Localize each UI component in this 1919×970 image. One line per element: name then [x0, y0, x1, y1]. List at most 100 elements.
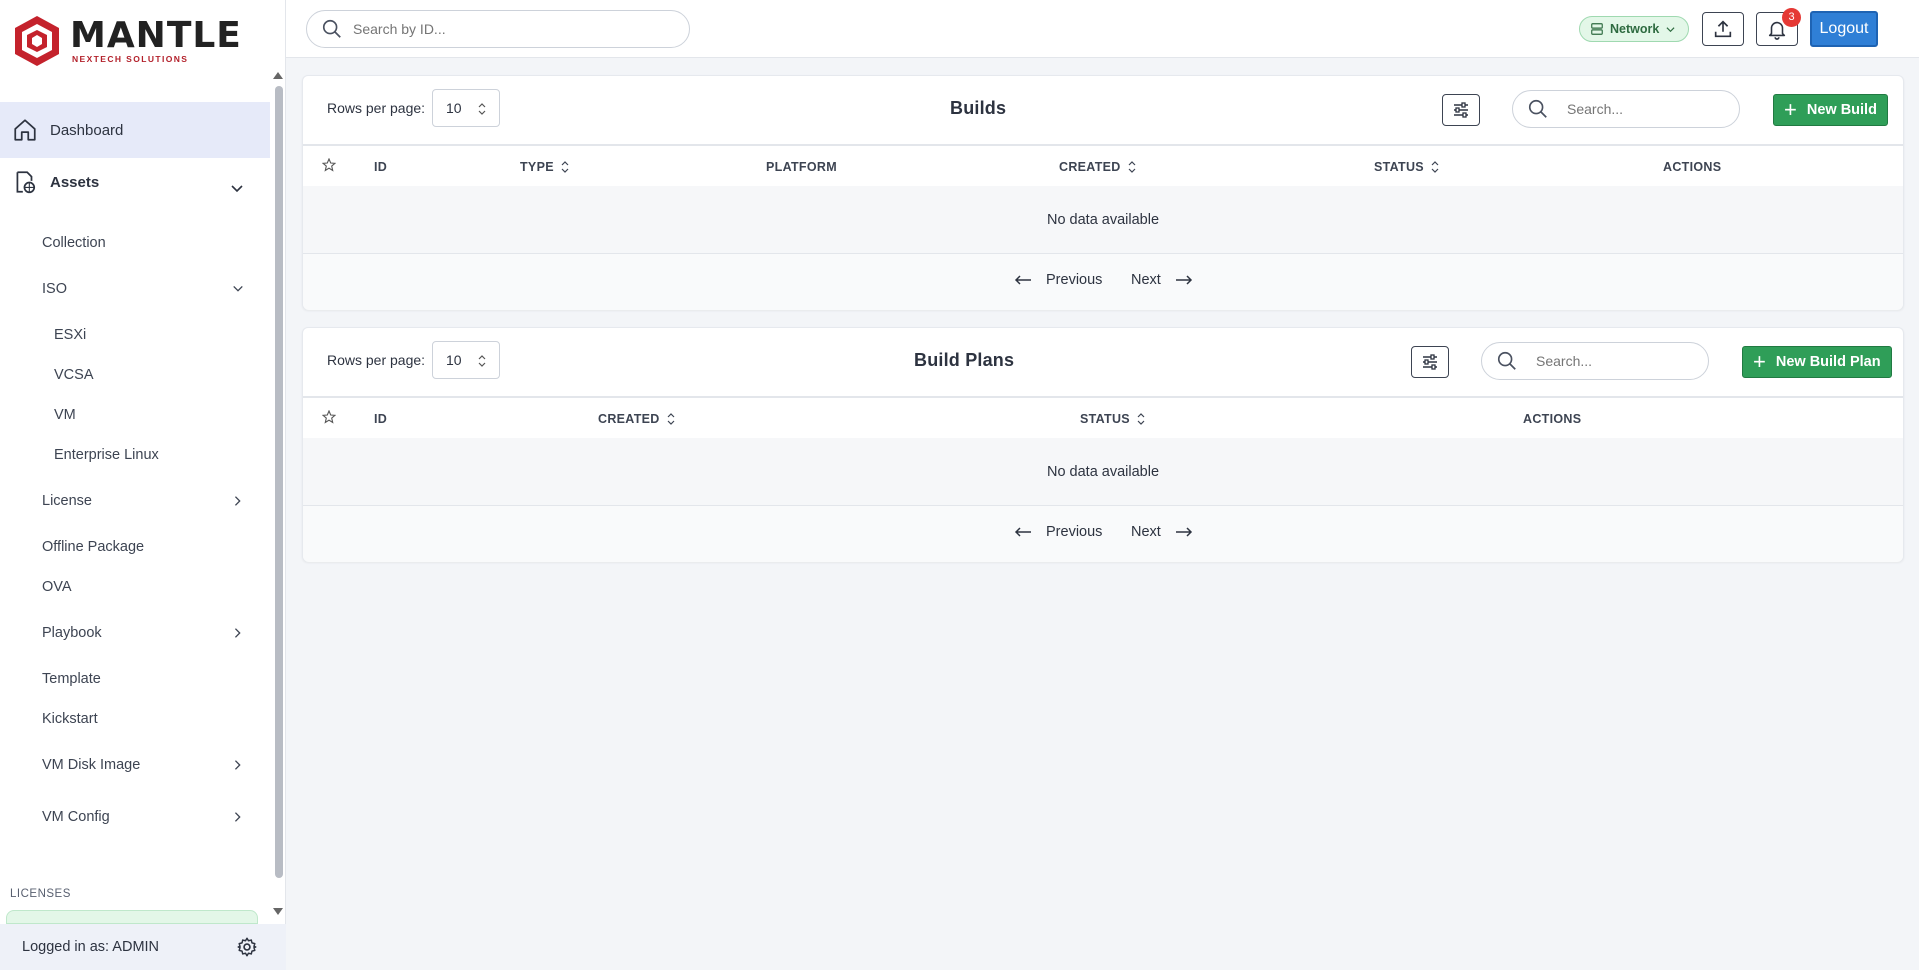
scroll-down-arrow-icon[interactable]: [273, 908, 283, 915]
chevron-right-icon[interactable]: [232, 759, 244, 771]
previous-page-button[interactable]: Previous: [1014, 524, 1102, 540]
build-plans-pagination: Previous Next: [303, 506, 1903, 562]
chevron-right-icon[interactable]: [232, 811, 244, 823]
plus-icon: +: [1753, 349, 1766, 374]
column-created[interactable]: CREATED: [1059, 160, 1136, 174]
sidebar: MANTLE NEXTECH SOLUTIONS Dashboard Asset…: [0, 0, 286, 970]
sidebar-item-vm[interactable]: VM: [54, 407, 76, 423]
sort-icon: [1128, 161, 1136, 173]
arrow-left-icon: [1014, 275, 1031, 285]
sliders-icon: [1454, 102, 1468, 118]
column-id[interactable]: ID: [374, 160, 387, 174]
chevron-right-icon[interactable]: [232, 495, 244, 507]
logout-button[interactable]: Logout: [1810, 11, 1878, 47]
builds-title: Builds: [950, 98, 1007, 118]
plus-icon: +: [1784, 97, 1797, 122]
column-actions: ACTIONS: [1663, 160, 1722, 174]
builds-search[interactable]: [1512, 90, 1740, 128]
sidebar-item-offline-package[interactable]: Offline Package: [42, 539, 144, 555]
sidebar-item-license[interactable]: License: [42, 493, 92, 509]
next-page-button[interactable]: Next: [1131, 524, 1193, 540]
sidebar-item-vcsa[interactable]: VCSA: [54, 367, 94, 383]
logged-in-label: Logged in as: ADMIN: [22, 939, 160, 955]
upload-icon: [1714, 20, 1732, 38]
network-selector[interactable]: Network: [1579, 16, 1689, 42]
sidebar-item-kickstart[interactable]: Kickstart: [42, 711, 98, 727]
upload-button[interactable]: [1702, 12, 1744, 46]
new-build-button[interactable]: + New Build: [1773, 94, 1888, 126]
global-search[interactable]: [306, 10, 690, 48]
rows-per-page-select[interactable]: 10: [432, 341, 500, 379]
new-build-plan-label: New Build Plan: [1775, 354, 1881, 370]
column-created[interactable]: CREATED: [598, 412, 675, 426]
search-icon: [322, 19, 341, 38]
builds-search-input[interactable]: [1567, 101, 1717, 117]
sidebar-item-label: Dashboard: [50, 121, 124, 139]
builds-header: Rows per page: 10 Builds + New Build: [303, 76, 1903, 144]
search-input[interactable]: [353, 21, 673, 37]
column-status[interactable]: STATUS: [1374, 160, 1439, 174]
scrollbar-thumb[interactable]: [275, 86, 283, 878]
rows-per-page-value: 10: [446, 352, 462, 368]
build-plans-search-input[interactable]: [1536, 353, 1686, 369]
updown-chevron-icon: [478, 103, 486, 115]
builds-pagination: Previous Next: [303, 254, 1903, 310]
builds-empty-state: No data available: [303, 186, 1903, 254]
notification-count-badge: 3: [1782, 8, 1801, 27]
build-plans-title: Build Plans: [914, 350, 1015, 370]
sidebar-nav: Dashboard Assets Collection ISO ESXi VCS…: [0, 72, 272, 918]
new-build-label: New Build: [1806, 102, 1877, 118]
sidebar-item-iso[interactable]: ISO: [42, 281, 67, 297]
build-plans-empty-state: No data available: [303, 438, 1903, 506]
user-footer: Logged in as: ADMIN: [0, 924, 286, 970]
mantle-logo-icon: [15, 16, 59, 66]
builds-panel: Rows per page: 10 Builds + New Build ID …: [302, 75, 1904, 310]
sidebar-item-ova[interactable]: OVA: [42, 579, 72, 595]
sort-icon: [561, 161, 569, 173]
star-icon[interactable]: [322, 158, 336, 172]
build-plans-panel: Rows per page: 10 Build Plans + New Buil…: [302, 327, 1904, 562]
arrow-left-icon: [1014, 527, 1031, 537]
column-status[interactable]: STATUS: [1080, 412, 1145, 426]
scroll-up-arrow-icon[interactable]: [273, 72, 283, 79]
next-page-button[interactable]: Next: [1131, 272, 1193, 288]
build-plans-search[interactable]: [1481, 342, 1709, 380]
build-plans-header: Rows per page: 10 Build Plans + New Buil…: [303, 328, 1903, 396]
builds-filter-button[interactable]: [1442, 94, 1480, 126]
chevron-right-icon[interactable]: [232, 627, 244, 639]
sidebar-item-collection[interactable]: Collection: [42, 235, 106, 251]
column-platform[interactable]: PLATFORM: [766, 160, 837, 174]
column-type[interactable]: TYPE: [520, 160, 569, 174]
search-icon: [1497, 351, 1516, 370]
sidebar-item-template[interactable]: Template: [42, 671, 101, 687]
server-icon: [1591, 23, 1603, 35]
search-icon: [1528, 99, 1547, 118]
sidebar-item-vm-disk-image[interactable]: VM Disk Image: [42, 757, 140, 773]
chevron-down-icon[interactable]: [232, 283, 244, 295]
previous-page-button[interactable]: Previous: [1014, 272, 1102, 288]
sidebar-item-enterprise-linux[interactable]: Enterprise Linux: [54, 447, 159, 463]
chevron-down-icon: [1666, 26, 1675, 32]
license-pill[interactable]: [6, 910, 258, 924]
home-icon: [14, 119, 36, 141]
sidebar-item-playbook[interactable]: Playbook: [42, 625, 102, 641]
rows-per-page-select[interactable]: 10: [432, 89, 500, 127]
sliders-icon: [1423, 354, 1437, 370]
new-build-plan-button[interactable]: + New Build Plan: [1742, 346, 1892, 378]
brand-logo[interactable]: MANTLE NEXTECH SOLUTIONS: [12, 14, 242, 68]
sort-icon: [1431, 161, 1439, 173]
star-icon[interactable]: [322, 410, 336, 424]
build-plans-table-header: ID CREATED STATUS ACTIONS: [303, 396, 1903, 438]
builds-table-header: ID TYPE PLATFORM CREATED STATUS ACTIONS: [303, 144, 1903, 186]
column-id[interactable]: ID: [374, 412, 387, 426]
assets-icon: [16, 171, 36, 194]
build-plans-filter-button[interactable]: [1411, 346, 1449, 378]
gear-icon[interactable]: [236, 936, 258, 958]
sidebar-scrollbar[interactable]: [272, 72, 284, 918]
sidebar-item-vm-config[interactable]: VM Config: [42, 809, 110, 825]
chevron-down-icon[interactable]: [230, 182, 244, 196]
sidebar-item-esxi[interactable]: ESXi: [54, 327, 86, 343]
top-bar: Network 3 Logout: [286, 0, 1919, 58]
brand-name: MANTLE: [70, 15, 242, 56]
sidebar-item-dashboard[interactable]: Dashboard: [0, 102, 270, 158]
